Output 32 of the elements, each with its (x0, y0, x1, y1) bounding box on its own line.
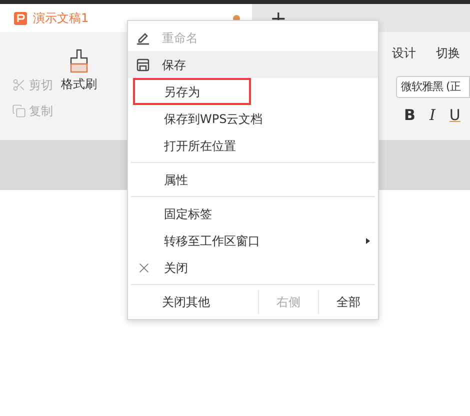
paintbrush-icon (69, 49, 89, 73)
menu-item[interactable]: 固定标签 (128, 200, 378, 227)
menu-item[interactable]: 全部 (318, 290, 378, 314)
menu-item[interactable]: 属性 (128, 166, 378, 193)
menu-item[interactable]: 打开所在位置 (128, 132, 378, 159)
ribbon-tab[interactable]: 切换 (436, 44, 460, 62)
scissors-icon (12, 78, 26, 92)
underline-button[interactable]: U (449, 104, 460, 126)
save-icon (136, 58, 150, 72)
bold-button[interactable]: B (404, 104, 416, 126)
menu-item-label: 重命名 (162, 30, 198, 46)
menu-item-label: 打开所在位置 (164, 138, 236, 154)
ribbon-tab[interactable]: 设计 (392, 44, 416, 62)
menu-item-label: 保存到WPS云文档 (164, 110, 263, 128)
tab-title: 演示文稿1 (33, 10, 89, 27)
copy-icon (12, 104, 26, 118)
menu-item-label: 属性 (164, 172, 188, 188)
menu-item-label: 保存 (162, 56, 186, 74)
menu-item-label: 另存为 (164, 84, 200, 100)
format-painter-button[interactable]: 格式刷 (61, 49, 97, 140)
menu-item-label: 关闭 (164, 260, 188, 276)
pencil-icon (136, 30, 150, 44)
menu-item[interactable]: 保存到WPS云文档 (128, 105, 378, 132)
menu-item[interactable]: 关闭 (128, 254, 378, 281)
menu-item[interactable]: 关闭其他 (128, 288, 258, 316)
menu-item[interactable]: 另存为 (128, 78, 378, 105)
menu-item-label: 固定标签 (164, 206, 212, 222)
menu-item[interactable]: 转移至工作区窗口 (128, 227, 378, 254)
menu-item-label: 转移至工作区窗口 (164, 232, 260, 250)
italic-button[interactable]: I (429, 104, 436, 126)
presentation-logo-icon (14, 12, 27, 24)
menu-item[interactable]: 保存 (128, 51, 378, 78)
